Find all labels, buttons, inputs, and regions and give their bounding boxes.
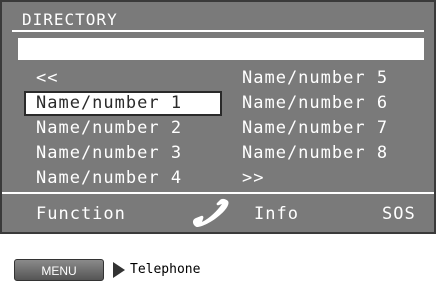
list-item-prev-page[interactable]: << [24, 66, 222, 91]
list-item[interactable]: Name/number 4 [24, 166, 222, 191]
list-item[interactable]: Name/number 8 [234, 141, 424, 166]
list-item[interactable]: Name/number 6 [234, 91, 424, 116]
search-input[interactable] [18, 38, 424, 60]
list-item[interactable]: Name/number 3 [24, 141, 222, 166]
screen-title: DIRECTORY [22, 10, 118, 29]
info-softkey[interactable]: Info [254, 204, 299, 224]
list-item[interactable]: Name/number 5 [234, 66, 424, 91]
footer: MENU Telephone [0, 234, 436, 308]
handset-icon[interactable] [190, 198, 234, 233]
sos-softkey[interactable]: SOS [382, 204, 416, 224]
directory-list-left: << Name/number 1 Name/number 2 Name/numb… [24, 66, 222, 191]
softkey-divider [2, 192, 434, 194]
directory-screen: DIRECTORY << Name/number 1 Name/number 2… [0, 0, 436, 234]
list-item[interactable]: Name/number 7 [234, 116, 424, 141]
title-divider [12, 30, 424, 32]
function-softkey[interactable]: Function [36, 204, 126, 224]
directory-list-right: Name/number 5 Name/number 6 Name/number … [234, 66, 424, 191]
softkey-bar: Function Info SOS [2, 196, 434, 232]
list-item[interactable]: Name/number 2 [24, 116, 222, 141]
list-item-selected[interactable]: Name/number 1 [24, 91, 222, 116]
menu-button[interactable]: MENU [14, 259, 104, 281]
breadcrumb: Telephone [130, 262, 201, 277]
arrow-right-icon [113, 262, 125, 278]
list-item-next-page[interactable]: >> [234, 166, 424, 191]
